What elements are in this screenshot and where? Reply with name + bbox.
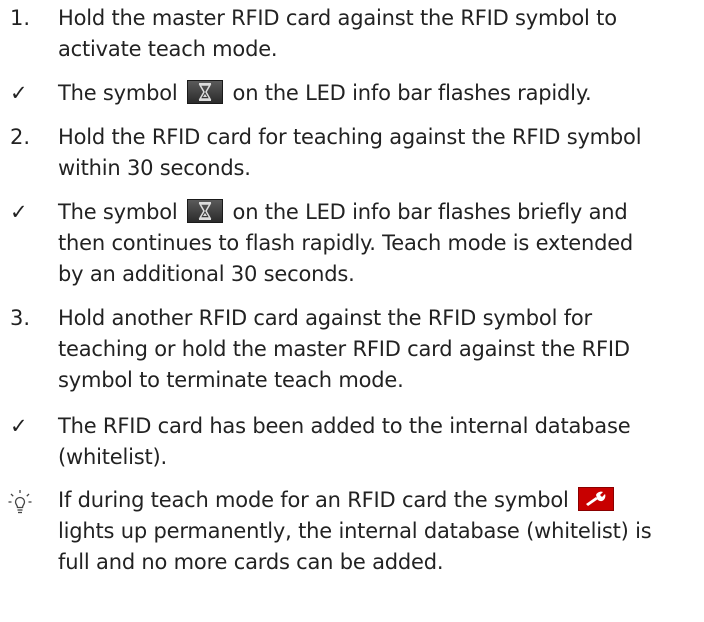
tip-text-pre: If during teach mode for an RFID card th… bbox=[58, 488, 569, 512]
result-text-pre: The symbol bbox=[58, 200, 178, 224]
wrench-icon bbox=[578, 487, 615, 511]
checkmark-icon: ✓ bbox=[10, 200, 28, 224]
checkmark-icon: ✓ bbox=[10, 81, 28, 105]
result-text-line: by an additional 30 seconds. bbox=[58, 262, 355, 286]
result-text-line: (whitelist). bbox=[58, 445, 167, 469]
result-text-post: on the LED info bar flashes rapidly. bbox=[232, 81, 592, 105]
step-number: 1. bbox=[10, 6, 31, 30]
result-text-line: The RFID card has been added to the inte… bbox=[58, 414, 631, 438]
step-text-line: Hold the master RFID card against the RF… bbox=[58, 6, 617, 30]
result-text-pre: The symbol bbox=[58, 81, 178, 105]
tip-text-line: lights up permanently, the internal data… bbox=[58, 519, 652, 543]
step-text-line: Hold the RFID card for teaching against … bbox=[58, 125, 642, 149]
step-text-line: Hold another RFID card against the RFID … bbox=[58, 306, 592, 330]
step-text-line: teaching or hold the master RFID card ag… bbox=[58, 337, 630, 361]
result-text-line: then continues to flash rapidly. Teach m… bbox=[58, 231, 634, 255]
hourglass-icon bbox=[187, 199, 224, 223]
tip-text-line: full and no more cards can be added. bbox=[58, 550, 444, 574]
bulb-icon bbox=[8, 489, 32, 519]
step-text-line: symbol to terminate teach mode. bbox=[58, 368, 404, 392]
step-text-line: activate teach mode. bbox=[58, 37, 278, 61]
result-text-post: on the LED info bar flashes briefly and bbox=[232, 200, 628, 224]
step-number: 3. bbox=[10, 306, 31, 330]
checkmark-icon: ✓ bbox=[10, 414, 28, 438]
step-text-line: within 30 seconds. bbox=[58, 156, 251, 180]
step-number: 2. bbox=[10, 125, 31, 149]
hourglass-icon bbox=[187, 80, 224, 104]
instruction-document: 1. Hold the master RFID card against the… bbox=[0, 0, 704, 622]
